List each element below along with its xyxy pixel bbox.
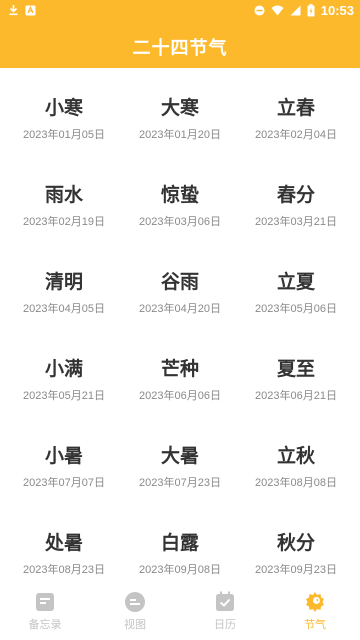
tab-view[interactable]: 视图 bbox=[90, 584, 180, 640]
solar-term-item[interactable]: 清明 2023年04月05日 bbox=[6, 242, 122, 329]
solar-term-item[interactable]: 夏至 2023年06月21日 bbox=[238, 329, 354, 416]
tab-calendar[interactable]: 日历 bbox=[180, 584, 270, 640]
solar-term-name: 惊蛰 bbox=[160, 184, 199, 206]
tab-label: 视图 bbox=[124, 618, 146, 631]
app-notification-icon bbox=[25, 5, 36, 15]
solar-term-item[interactable]: 芒种 2023年06月06日 bbox=[122, 329, 238, 416]
solar-term-icon bbox=[306, 592, 324, 612]
tab-label: 日历 bbox=[214, 618, 236, 631]
solar-term-date: 2023年02月19日 bbox=[23, 216, 105, 228]
solar-term-date: 2023年04月05日 bbox=[23, 303, 105, 315]
solar-term-name: 大寒 bbox=[160, 97, 199, 119]
solar-term-name: 小满 bbox=[44, 358, 83, 380]
tab-label: 节气 bbox=[304, 618, 326, 631]
solar-term-name: 白露 bbox=[160, 532, 199, 554]
solar-term-item[interactable]: 白露 2023年09月08日 bbox=[122, 503, 238, 584]
solar-term-name: 立春 bbox=[276, 97, 315, 119]
solar-term-date: 2023年03月06日 bbox=[139, 216, 221, 228]
solar-term-item[interactable]: 处暑 2023年08月23日 bbox=[6, 503, 122, 584]
solar-term-date: 2023年06月21日 bbox=[255, 390, 337, 402]
solar-term-date: 2023年02月04日 bbox=[255, 129, 337, 141]
solar-term-date: 2023年06月06日 bbox=[139, 390, 221, 402]
solar-terms-grid: 小寒 2023年01月05日 大寒 2023年01月20日 立春 2023年02月04日雨… bbox=[0, 68, 360, 584]
solar-term-item[interactable]: 雨水 2023年02月19日 bbox=[6, 155, 122, 242]
wifi-icon bbox=[271, 5, 284, 15]
status-right: 10:53 bbox=[254, 3, 354, 18]
solar-term-date: 2023年05月21日 bbox=[23, 390, 105, 402]
solar-term-date: 2023年08月08日 bbox=[255, 477, 337, 489]
solar-term-date: 2023年04月20日 bbox=[139, 303, 221, 315]
solar-term-item[interactable]: 小暑 2023年07月07日 bbox=[6, 416, 122, 503]
solar-term-item[interactable]: 立春 2023年02月04日 bbox=[238, 68, 354, 155]
status-time: 10:53 bbox=[320, 2, 354, 18]
solar-term-date: 2023年08月23日 bbox=[23, 564, 105, 576]
tab-label: 备忘录 bbox=[28, 618, 62, 631]
download-icon bbox=[9, 5, 18, 16]
solar-term-date: 2023年09月08日 bbox=[139, 564, 221, 576]
solar-term-item[interactable]: 小寒 2023年01月05日 bbox=[6, 68, 122, 155]
view-icon bbox=[125, 592, 145, 612]
solar-term-name: 秋分 bbox=[276, 532, 315, 554]
solar-term-date: 2023年05月06日 bbox=[255, 303, 337, 315]
solar-term-item[interactable]: 大寒 2023年01月20日 bbox=[122, 68, 238, 155]
solar-term-item[interactable]: 大暑 2023年07月23日 bbox=[122, 416, 238, 503]
solar-term-date: 2023年01月20日 bbox=[139, 129, 221, 141]
tab-solar-terms[interactable]: 节气 bbox=[270, 584, 360, 640]
solar-term-name: 雨水 bbox=[44, 184, 83, 206]
solar-term-name: 小寒 bbox=[44, 97, 83, 119]
solar-term-item[interactable]: 小满 2023年05月21日 bbox=[6, 329, 122, 416]
solar-term-item[interactable]: 春分 2023年03月21日 bbox=[238, 155, 354, 242]
solar-term-item[interactable]: 立夏 2023年05月06日 bbox=[238, 242, 354, 329]
app-header: 10:53 二十四节气 bbox=[0, 0, 360, 68]
solar-term-name: 夏至 bbox=[276, 358, 315, 380]
bottom-tab-bar: 备忘录 视图 日历 节气 bbox=[0, 584, 360, 640]
signal-icon bbox=[290, 5, 301, 15]
solar-term-name: 大暑 bbox=[160, 445, 199, 467]
solar-term-date: 2023年07月07日 bbox=[23, 477, 105, 489]
status-bar: 10:53 bbox=[0, 0, 360, 20]
solar-term-date: 2023年03月21日 bbox=[255, 216, 337, 228]
battery-icon bbox=[307, 3, 315, 16]
do-not-disturb-icon bbox=[254, 5, 265, 15]
solar-term-name: 清明 bbox=[44, 271, 83, 293]
solar-term-name: 芒种 bbox=[160, 358, 199, 380]
solar-term-name: 立夏 bbox=[276, 271, 315, 293]
solar-term-item[interactable]: 秋分 2023年09月23日 bbox=[238, 503, 354, 584]
solar-term-name: 立秋 bbox=[276, 445, 315, 467]
status-left bbox=[8, 4, 36, 16]
solar-term-name: 小暑 bbox=[44, 445, 83, 467]
solar-term-name: 处暑 bbox=[44, 532, 83, 554]
solar-term-date: 2023年09月23日 bbox=[255, 564, 337, 576]
solar-term-date: 2023年07月23日 bbox=[139, 477, 221, 489]
solar-term-date: 2023年01月05日 bbox=[23, 129, 105, 141]
memo-icon bbox=[36, 593, 54, 611]
solar-term-name: 春分 bbox=[276, 184, 315, 206]
solar-term-name: 谷雨 bbox=[160, 271, 199, 293]
solar-term-item[interactable]: 谷雨 2023年04月20日 bbox=[122, 242, 238, 329]
solar-term-item[interactable]: 立秋 2023年08月08日 bbox=[238, 416, 354, 503]
page-title: 二十四节气 bbox=[132, 38, 228, 59]
solar-term-item[interactable]: 惊蛰 2023年03月06日 bbox=[122, 155, 238, 242]
calendar-icon bbox=[216, 591, 234, 611]
tab-memo[interactable]: 备忘录 bbox=[0, 584, 90, 640]
